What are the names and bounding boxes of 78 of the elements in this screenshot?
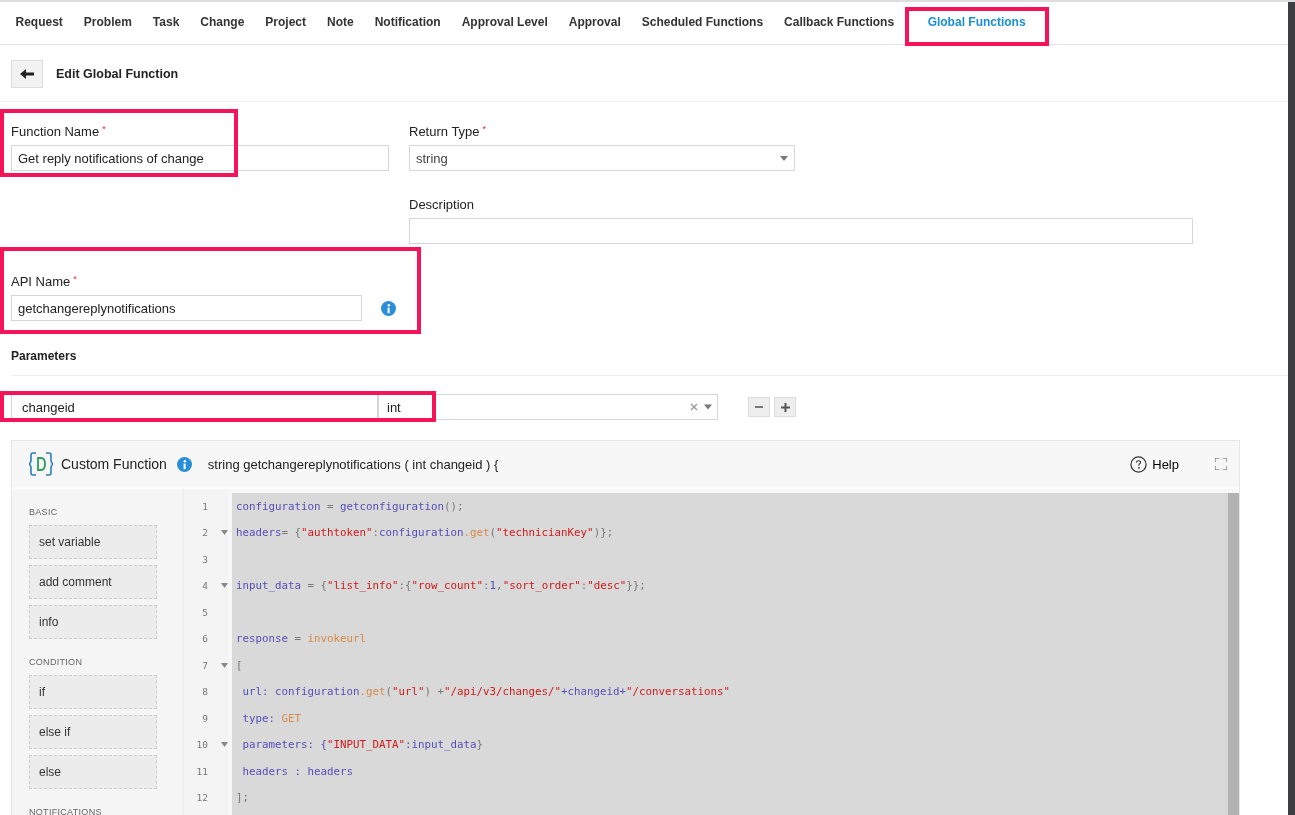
tab[interactable]: Notification bbox=[364, 7, 452, 37]
tab[interactable]: Approval bbox=[558, 7, 632, 37]
api-name-field[interactable]: getchangereplynotifications bbox=[11, 295, 362, 321]
section-heading: Parameters bbox=[11, 349, 77, 363]
line-number: 4 bbox=[202, 580, 208, 592]
plus-icon bbox=[780, 402, 790, 412]
help-button[interactable]: Help bbox=[1130, 455, 1179, 473]
editor-title: Custom Function bbox=[61, 456, 167, 472]
tab[interactable]: Problem bbox=[73, 7, 143, 37]
tab[interactable]: Approval Level bbox=[451, 7, 559, 37]
tab[interactable]: Change bbox=[189, 7, 255, 37]
line-number: 2 bbox=[202, 527, 208, 539]
scrollbar[interactable] bbox=[1228, 493, 1239, 815]
fold-caret-icon[interactable] bbox=[221, 662, 228, 668]
line-number: 1 bbox=[202, 500, 208, 512]
line-number: 3 bbox=[202, 553, 208, 565]
description-field[interactable] bbox=[409, 218, 1193, 244]
palette-item[interactable]: else bbox=[29, 755, 157, 789]
palette-item[interactable]: set variable bbox=[29, 525, 157, 559]
parameter-type-dropdown[interactable]: int bbox=[378, 394, 718, 420]
code-line: ]; bbox=[236, 791, 249, 805]
add-button[interactable] bbox=[774, 397, 796, 417]
line-number: 8 bbox=[202, 686, 208, 698]
clear-and-caret-icon bbox=[690, 403, 712, 411]
palette-item[interactable]: add comment bbox=[29, 565, 157, 599]
minus-icon bbox=[755, 406, 763, 408]
code-line: url: configuration.get("url") +"/api/v3/changes/"+changeid+"/conversations" bbox=[241, 685, 731, 699]
info-icon[interactable] bbox=[176, 456, 192, 472]
help-icon bbox=[1130, 455, 1148, 473]
palette-section-label: CONDITION bbox=[29, 657, 83, 667]
remove-button[interactable] bbox=[748, 397, 770, 417]
field-label: Return Type bbox=[409, 124, 480, 139]
code-line: parameters: {"INPUT_DATA":input_data} bbox=[241, 738, 484, 752]
code-line: type: GET bbox=[241, 711, 302, 725]
info-icon[interactable] bbox=[381, 300, 396, 316]
code-line: configuration = getconfiguration(); bbox=[236, 499, 464, 513]
tab[interactable]: Global Functions bbox=[904, 7, 1049, 37]
fullscreen-icon[interactable] bbox=[1215, 458, 1227, 470]
code-line: [ bbox=[236, 658, 243, 672]
back-button[interactable] bbox=[11, 60, 43, 88]
code-line: headers= {"authtoken":configuration.get("technicianKey")}; bbox=[236, 526, 614, 540]
function-brackets-icon bbox=[29, 451, 53, 477]
function-signature: string getchangereplynotifications ( int changeid ) { bbox=[207, 456, 499, 472]
fold-caret-icon[interactable] bbox=[221, 742, 228, 748]
line-number: 7 bbox=[202, 659, 208, 671]
page-title: Edit Global Function bbox=[56, 67, 179, 81]
tab[interactable]: Callback Functions bbox=[773, 7, 905, 37]
palette-item[interactable]: else if bbox=[29, 715, 157, 749]
line-number: 6 bbox=[202, 633, 208, 645]
tab[interactable]: Request bbox=[5, 7, 74, 37]
code-line: input_data = {"list_info":{"row_count":1,"sort_order":"desc"}}; bbox=[236, 579, 646, 593]
tab[interactable]: Scheduled Functions bbox=[631, 7, 774, 37]
palette-item[interactable]: if bbox=[29, 675, 157, 709]
fold-caret-icon[interactable] bbox=[221, 530, 228, 536]
tab[interactable]: Project bbox=[254, 7, 317, 37]
tab[interactable]: Note bbox=[316, 7, 365, 37]
code-line: headers : headers bbox=[241, 764, 353, 778]
back-arrow-icon bbox=[20, 69, 34, 79]
field-label: Description bbox=[409, 197, 475, 212]
required-mark: * bbox=[482, 124, 487, 134]
function-name-field[interactable]: Get reply notifications of change bbox=[11, 145, 389, 171]
line-number: 9 bbox=[202, 712, 208, 724]
palette-section-label: BASIC bbox=[29, 507, 58, 517]
field-label: API Name bbox=[11, 274, 71, 289]
field-label: Function Name bbox=[11, 124, 100, 139]
palette-item[interactable]: info bbox=[29, 605, 157, 639]
caret-icon bbox=[780, 155, 788, 161]
line-number: 10 bbox=[196, 739, 208, 751]
required-mark: * bbox=[73, 274, 77, 284]
fold-caret-icon[interactable] bbox=[221, 583, 228, 589]
palette-section-label: NOTIFICATIONS bbox=[29, 807, 102, 815]
tab[interactable]: Task bbox=[142, 7, 190, 37]
return-type-dropdown[interactable]: string bbox=[409, 145, 795, 171]
line-number: 12 bbox=[196, 792, 208, 804]
line-number: 11 bbox=[196, 765, 208, 777]
code-line: response = invokeurl bbox=[236, 632, 367, 646]
line-number: 5 bbox=[202, 606, 208, 618]
required-mark: * bbox=[102, 124, 106, 134]
